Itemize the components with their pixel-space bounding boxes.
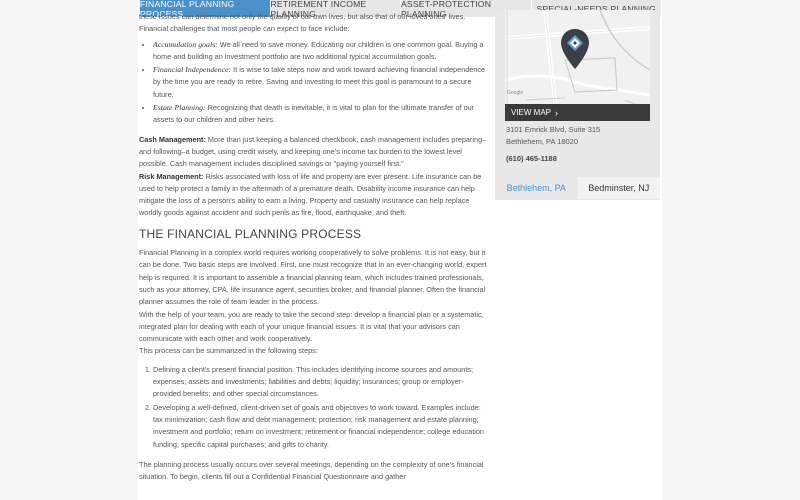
- section-heading: THE FINANCIAL PLANNING PROCESS: [139, 226, 362, 241]
- list-item: Accumulation goals: We all need to save …: [153, 39, 487, 64]
- location-tabs: Bethlehem, PA Bedminster, NJ: [495, 177, 660, 199]
- process-paragraph-2: With the help of your team, you are read…: [139, 309, 484, 344]
- view-map-button[interactable]: VIEW MAP ›: [505, 104, 650, 121]
- cash-management-label: Cash Management:: [139, 134, 206, 144]
- steps-list: Defining a client's present financial po…: [139, 364, 487, 451]
- chevron-right-icon: ›: [555, 107, 559, 118]
- cash-management-paragraph: Cash Management: More than just keeping …: [139, 134, 487, 171]
- process-paragraph-1: Financial Planning in a complex world re…: [139, 248, 487, 307]
- goal-title: Estate Planning:: [153, 103, 206, 113]
- process-paragraph-3: This process can be summarized in the fo…: [139, 346, 318, 356]
- list-item: Financial Independence: It is wise to ta…: [153, 64, 487, 101]
- right-background: [662, 0, 800, 500]
- left-background: [0, 0, 138, 500]
- office-address: 3101 Emrick Blvd, Suite 315 Bethlehem, P…: [506, 124, 600, 148]
- list-item: Estate Planning: Recognizing that death …: [153, 102, 487, 127]
- goal-title: Financial Independence:: [153, 65, 232, 75]
- main-content: these issues can determine not only the …: [139, 11, 487, 483]
- address-line-1: 3101 Emrick Blvd, Suite 315: [506, 125, 601, 134]
- location-tab-bethlehem[interactable]: Bethlehem, PA: [495, 177, 578, 199]
- goal-title: Accumulation goals:: [153, 39, 218, 49]
- google-label: Google: [507, 90, 524, 96]
- list-item: Defining a client's present financial po…: [153, 364, 487, 401]
- risk-management-label: Risk Management:: [139, 171, 204, 181]
- office-panel: Google VIEW MAP › 3101 Emrick Blvd, Suit…: [495, 10, 660, 200]
- intro-paragraph: these issues can determine not only the …: [139, 12, 466, 34]
- list-item: Developing a well-defined, client-driven…: [153, 402, 487, 451]
- view-map-label: VIEW MAP: [511, 108, 552, 117]
- office-phone: (610) 465-1188: [506, 154, 557, 163]
- process-paragraph-4: The planning process usually occurs over…: [139, 459, 484, 482]
- risk-management-paragraph: Risk Management: Risks associated with l…: [139, 171, 487, 220]
- map-pin-icon: [561, 29, 589, 69]
- address-line-2: Bethlehem, PA 18020: [506, 137, 578, 146]
- location-tab-bedminster[interactable]: Bedminster, NJ: [577, 177, 660, 199]
- challenges-list: Accumulation goals: We all need to save …: [139, 39, 487, 127]
